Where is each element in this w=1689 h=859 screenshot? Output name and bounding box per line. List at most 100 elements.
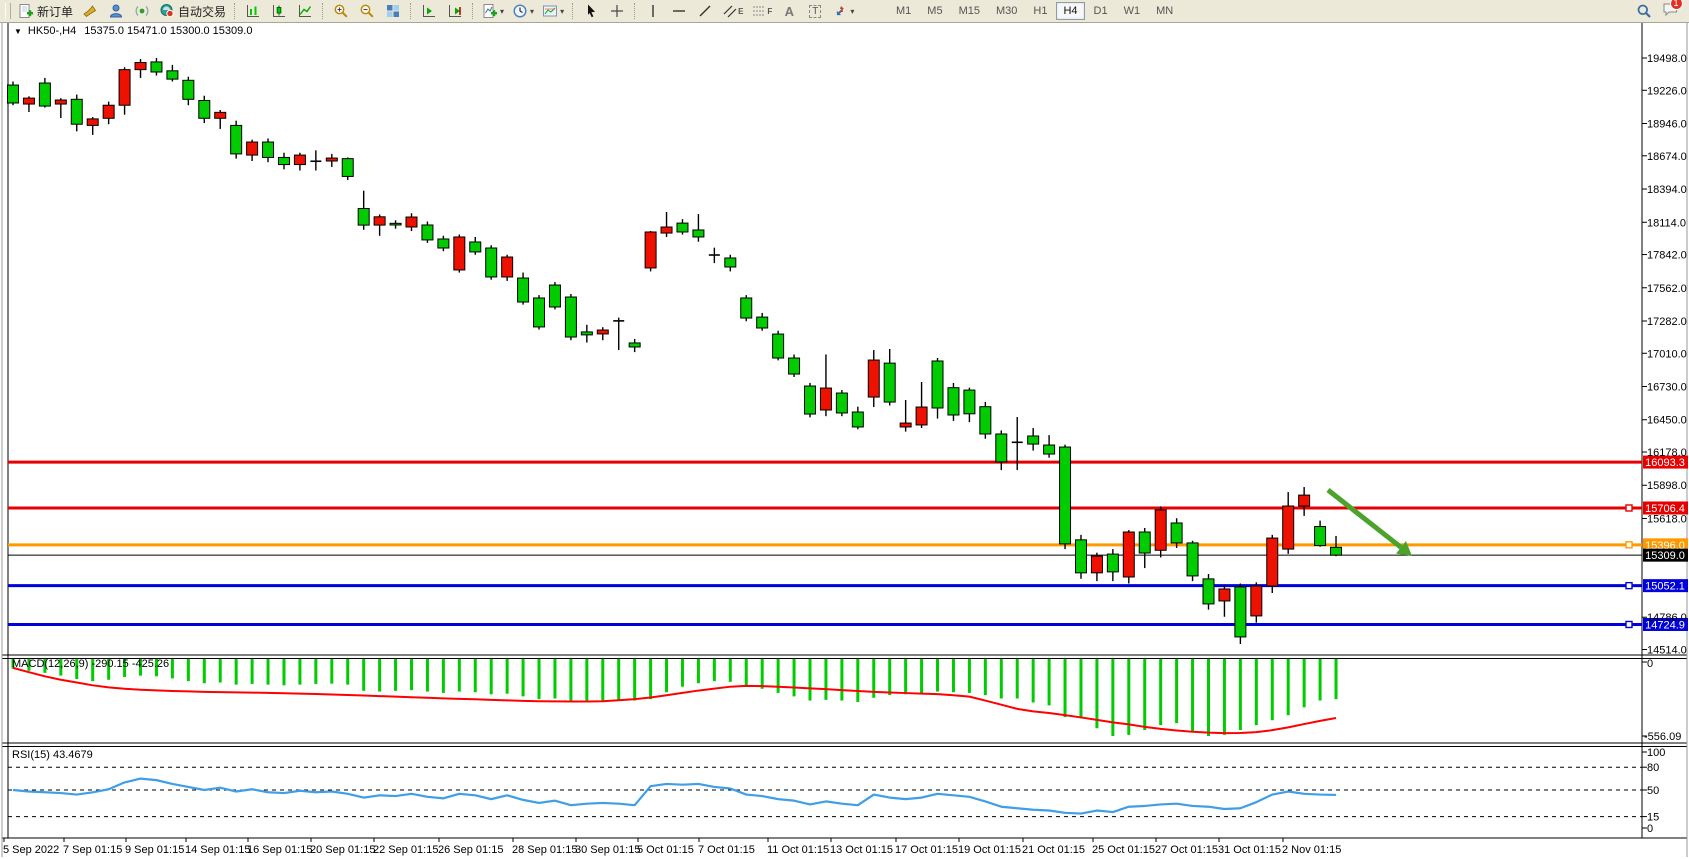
candle: [1122, 530, 1135, 584]
toolbar-separator: [472, 3, 474, 19]
cursor-tool-button[interactable]: [579, 0, 603, 22]
time-tick-label: 27 Oct 01:15: [1155, 844, 1218, 856]
level-handle[interactable]: [1625, 581, 1633, 590]
tab-timeframe-m30[interactable]: M30: [989, 2, 1024, 20]
price-tick-label: 16450.0: [1647, 415, 1687, 427]
rsi-tick-label: 15: [1647, 812, 1659, 824]
tab-timeframe-m1[interactable]: M1: [889, 2, 918, 20]
tab-timeframe-m5[interactable]: M5: [920, 2, 949, 20]
time-tick-label: 9 Sep 01:15: [125, 844, 184, 856]
price-tick-label: 15898.0: [1647, 480, 1687, 492]
horn-icon: [83, 5, 97, 18]
main-toolbar: 新订单 自动交易 ▾ ▾ ▾ E F A T ▾ M1 M5 M15 M30 H…: [0, 0, 1689, 23]
tab-timeframe-m15[interactable]: M15: [952, 2, 987, 20]
trendline-tool-button[interactable]: [693, 0, 717, 22]
rsi-label: RSI(15) 43.4679: [12, 749, 93, 761]
new-order-button[interactable]: 新订单: [15, 0, 76, 22]
templates-button[interactable]: ▾: [539, 0, 567, 22]
price-tick-label: 17010.0: [1647, 348, 1687, 360]
candlestick-mode-button[interactable]: [267, 0, 291, 22]
chat-button[interactable]: 1: [1658, 0, 1683, 22]
level-handle[interactable]: [1625, 504, 1633, 512]
candle: [1186, 540, 1199, 582]
mt4-window: 新订单 自动交易 ▾ ▾ ▾ E F A T ▾ M1 M5 M15 M30 H…: [0, 0, 1689, 859]
channel-icon: [723, 5, 737, 18]
chart-shift-icon: [423, 5, 436, 17]
zoom-out-button[interactable]: [355, 0, 379, 22]
tab-timeframe-d1[interactable]: D1: [1087, 2, 1115, 20]
signal-button[interactable]: [130, 0, 154, 22]
bar-chart-icon: [247, 5, 260, 17]
chart-canvas[interactable]: 16093.315706.415396.015309.015052.114724…: [0, 23, 1689, 859]
time-tick-label: 5 Sep 2022: [3, 844, 59, 856]
time-tick-label: 30 Sep 01:15: [575, 844, 640, 856]
toolbar-separator: [572, 3, 574, 19]
clock-icon: [513, 4, 527, 18]
price-tick-label: 18946.0: [1647, 119, 1687, 131]
tab-timeframe-mn[interactable]: MN: [1149, 2, 1180, 20]
time-tick-label: 14 Sep 01:15: [185, 844, 250, 856]
vertical-line-tool-button[interactable]: [641, 0, 665, 22]
macd-zero-label: 0: [1647, 658, 1653, 670]
dropdown-icon[interactable]: ▼: [14, 27, 22, 36]
text-tool-button[interactable]: A: [777, 0, 801, 22]
zoom-in-button[interactable]: [329, 0, 353, 22]
tab-timeframe-w1[interactable]: W1: [1117, 2, 1148, 20]
level-handle[interactable]: [1625, 620, 1633, 629]
time-tick-label: 22 Sep 01:15: [373, 844, 438, 856]
time-tick-label: 16 Sep 01:15: [247, 844, 312, 856]
bar-chart-mode-button[interactable]: [241, 0, 265, 22]
text-label-tool-button[interactable]: T: [803, 0, 827, 22]
macd-label: MACD(12,26,9) -290.15 -425.26: [12, 658, 169, 670]
rsi-tick-label: 50: [1647, 785, 1659, 797]
profile-button[interactable]: [104, 0, 128, 22]
candle: [740, 295, 753, 322]
candle: [7, 81, 19, 106]
candle: [947, 382, 960, 421]
macd-min-label: -556.09: [1644, 731, 1681, 743]
search-button[interactable]: [1632, 0, 1656, 22]
price-tick-label: 17282.0: [1647, 316, 1687, 328]
vertical-line-icon: [652, 5, 654, 17]
candle: [788, 354, 801, 378]
fibonacci-tool-button[interactable]: F: [748, 0, 775, 22]
tile-windows-button[interactable]: [381, 0, 405, 22]
candle: [1234, 583, 1247, 645]
crosshair-icon: [611, 5, 624, 17]
time-tick-label: 19 Oct 01:15: [958, 844, 1021, 856]
trendline-icon: [699, 5, 711, 17]
level-handle[interactable]: [1625, 541, 1633, 549]
chart-window: 16093.3 15706.4 15396.0 15309.0 15052.1 14724…: [0, 23, 1689, 859]
time-tick-label: 20 Sep 01:15: [310, 844, 375, 856]
time-tick-label: 31 Oct 01:15: [1218, 844, 1281, 856]
arrows-tool-button[interactable]: ▾: [829, 0, 857, 22]
indicators-button[interactable]: ▾: [479, 0, 507, 22]
periods-button[interactable]: ▾: [509, 0, 537, 22]
line-chart-mode-button[interactable]: [293, 0, 317, 22]
autotrading-button[interactable]: 自动交易: [156, 0, 229, 22]
chart-title-ohlc: 15375.0 15471.0 15300.0 15309.0: [84, 25, 252, 37]
auto-scroll-button[interactable]: [443, 0, 467, 22]
notification-badge: 1: [1669, 0, 1683, 10]
zoom-out-icon: [360, 4, 374, 18]
toolbar-separator: [634, 3, 636, 19]
horizontal-line-tool-button[interactable]: [667, 0, 691, 22]
fibonacci-icon: [753, 6, 766, 16]
tab-timeframe-h4[interactable]: H4: [1056, 2, 1085, 20]
toolbar-separator: [322, 3, 324, 19]
tab-timeframe-h1[interactable]: H1: [1026, 2, 1054, 20]
candle: [1059, 444, 1072, 550]
candle: [835, 390, 848, 417]
chevron-down-icon: ▾: [560, 6, 565, 16]
line-chart-icon: [299, 5, 312, 17]
fibonacci-letter: F: [767, 6, 773, 16]
time-tick-label: 7 Sep 01:15: [63, 844, 122, 856]
metaeditor-button[interactable]: [78, 0, 102, 22]
time-tick-label: 25 Oct 01:15: [1092, 844, 1155, 856]
crosshair-tool-button[interactable]: [605, 0, 629, 22]
rsi-tick-label: 80: [1647, 762, 1659, 774]
price-tick-label: 18674.0: [1647, 151, 1687, 163]
chart-shift-button[interactable]: [417, 0, 441, 22]
channel-tool-button[interactable]: E: [719, 0, 746, 22]
time-tick-label: 5 Oct 01:15: [637, 844, 694, 856]
